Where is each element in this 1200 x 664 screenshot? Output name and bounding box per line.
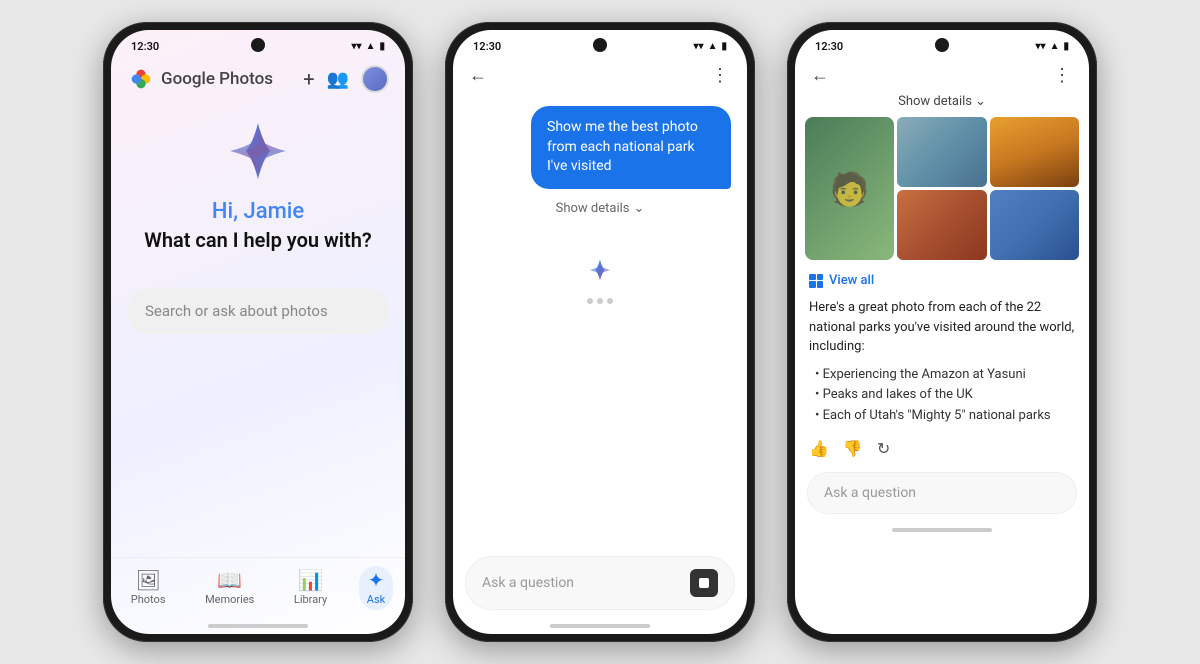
wifi-icon-3: ▾▾: [1036, 41, 1046, 52]
phone-2: 12:30 ▾▾ ▲ ▮ ← ⋮ Show me the best photo …: [445, 22, 755, 642]
dot-2: [597, 298, 603, 304]
list-item-1: • Experiencing the Amazon at Yasuni: [809, 365, 1075, 386]
chat-input-placeholder-2: Ask a question: [482, 575, 574, 591]
stop-button[interactable]: [690, 569, 718, 597]
nav-ask[interactable]: ✦ Ask: [359, 566, 393, 610]
gemini-loading-icon: [588, 258, 612, 282]
photo-4[interactable]: [897, 190, 986, 260]
gemini-star-icon: [226, 119, 290, 183]
thumbs-down-icon[interactable]: 👎: [843, 439, 863, 458]
signal-icon-3: ▲: [1050, 41, 1060, 52]
memories-nav-icon: 📖: [217, 570, 242, 590]
stop-icon: [699, 578, 709, 588]
show-details-chevron: ⌄: [633, 201, 644, 216]
thumbs-up-icon[interactable]: 👍: [809, 439, 829, 458]
results-header: ← ⋮: [795, 57, 1089, 90]
phone1-screen: 12:30 ▾▾ ▲ ▮ Google Photos +: [111, 30, 405, 634]
feedback-row: 👍 👎 ↻: [795, 433, 1089, 464]
phone-3: 12:30 ▾▾ ▲ ▮ ← ⋮ Show details ⌄ 🧑: [787, 22, 1097, 642]
status-icons-2: ▾▾ ▲ ▮: [694, 41, 727, 52]
phone3-screen: 12:30 ▾▾ ▲ ▮ ← ⋮ Show details ⌄ 🧑: [795, 30, 1089, 634]
back-button-3[interactable]: ←: [811, 65, 829, 86]
show-details-chevron-top: ⌄: [975, 94, 986, 109]
library-nav-label: Library: [294, 593, 327, 606]
home-indicator-2: [550, 624, 650, 628]
signal-icon-2: ▲: [708, 41, 718, 52]
status-icons-3: ▾▾ ▲ ▮: [1036, 41, 1069, 52]
status-icons-1: ▾▾ ▲ ▮: [352, 41, 385, 52]
bottom-nav: 🖼 Photos 📖 Memories 📊 Library ✦ Ask: [111, 557, 405, 620]
view-all-row[interactable]: View all: [795, 267, 1089, 294]
chat-input-placeholder-3: Ask a question: [824, 485, 916, 501]
time-2: 12:30: [473, 40, 501, 53]
gp-logo: Google Photos: [127, 65, 273, 93]
battery-icon-3: ▮: [1063, 41, 1069, 52]
battery-icon: ▮: [379, 41, 385, 52]
show-details-row[interactable]: Show details ⌄: [556, 201, 645, 216]
library-nav-icon: 📊: [298, 570, 323, 590]
response-text: Here's a great photo from each of the 22…: [795, 294, 1089, 365]
refresh-icon[interactable]: ↻: [877, 439, 890, 458]
google-photos-logo-icon: [127, 65, 155, 93]
add-icon[interactable]: +: [303, 67, 314, 91]
ask-nav-label: Ask: [367, 593, 385, 606]
chat-content-2: Show me the best photo from each nationa…: [453, 94, 747, 548]
greeting-name: Hi, Jamie: [131, 199, 385, 224]
list-item-2: • Peaks and lakes of the UK: [809, 385, 1075, 406]
greeting-subtext: What can I help you with?: [131, 228, 385, 252]
wifi-icon: ▾▾: [352, 41, 362, 52]
people-icon[interactable]: 👥: [327, 69, 349, 90]
photo-1[interactable]: 🧑: [805, 117, 894, 260]
search-placeholder-1: Search or ask about photos: [145, 302, 328, 320]
loading-indicator: [587, 298, 613, 304]
chat-header-2: ← ⋮: [453, 57, 747, 94]
nav-library[interactable]: 📊 Library: [286, 566, 335, 610]
signal-icon: ▲: [366, 41, 376, 52]
chat-input-2[interactable]: Ask a question: [465, 556, 735, 610]
avatar[interactable]: [361, 65, 389, 93]
show-details-label-top: Show details: [898, 94, 972, 109]
user-message-bubble: Show me the best photo from each nationa…: [531, 106, 731, 189]
list-item-3: • Each of Utah's "Mighty 5" national par…: [809, 406, 1075, 427]
status-bar-2: 12:30 ▾▾ ▲ ▮: [453, 30, 747, 57]
back-button-2[interactable]: ←: [469, 65, 487, 86]
photo-2[interactable]: [897, 117, 986, 187]
status-bar-3: 12:30 ▾▾ ▲ ▮: [795, 30, 1089, 57]
more-options-2[interactable]: ⋮: [711, 65, 731, 86]
photos-nav-icon: 🖼: [135, 570, 160, 590]
photos-nav-label: Photos: [131, 593, 166, 606]
home-indicator-1: [208, 624, 308, 628]
dot-3: [607, 298, 613, 304]
gp-logo-text: Google Photos: [161, 69, 273, 89]
nav-memories[interactable]: 📖 Memories: [197, 566, 262, 610]
nav-photos[interactable]: 🖼 Photos: [123, 566, 174, 610]
status-bar-1: 12:30 ▾▾ ▲ ▮: [111, 30, 405, 57]
gp-header: Google Photos + 👥: [111, 57, 405, 99]
time-1: 12:30: [131, 40, 159, 53]
greeting-section: Hi, Jamie What can I help you with?: [111, 199, 405, 272]
wifi-icon-2: ▾▾: [694, 41, 704, 52]
ask-nav-icon: ✦: [368, 570, 385, 590]
time-3: 12:30: [815, 40, 843, 53]
home-indicator-3: [892, 528, 992, 532]
view-all-label: View all: [829, 273, 874, 288]
photo-3[interactable]: [990, 117, 1079, 187]
battery-icon-2: ▮: [721, 41, 727, 52]
header-actions: + 👥: [303, 65, 389, 93]
results-list: • Experiencing the Amazon at Yasuni • Pe…: [795, 365, 1089, 433]
memories-nav-label: Memories: [205, 593, 254, 606]
photo-5[interactable]: [990, 190, 1079, 260]
phone2-screen: 12:30 ▾▾ ▲ ▮ ← ⋮ Show me the best photo …: [453, 30, 747, 634]
more-options-3[interactable]: ⋮: [1053, 65, 1073, 86]
show-details-label: Show details: [556, 201, 630, 216]
chat-input-3[interactable]: Ask a question: [807, 472, 1077, 514]
photo-grid: 🧑: [795, 117, 1089, 263]
show-details-top[interactable]: Show details ⌄: [795, 90, 1089, 117]
phone-1: 12:30 ▾▾ ▲ ▮ Google Photos +: [103, 22, 413, 642]
dot-1: [587, 298, 593, 304]
search-bar-1[interactable]: Search or ask about photos: [127, 288, 389, 334]
grid-view-icon: [809, 274, 823, 288]
